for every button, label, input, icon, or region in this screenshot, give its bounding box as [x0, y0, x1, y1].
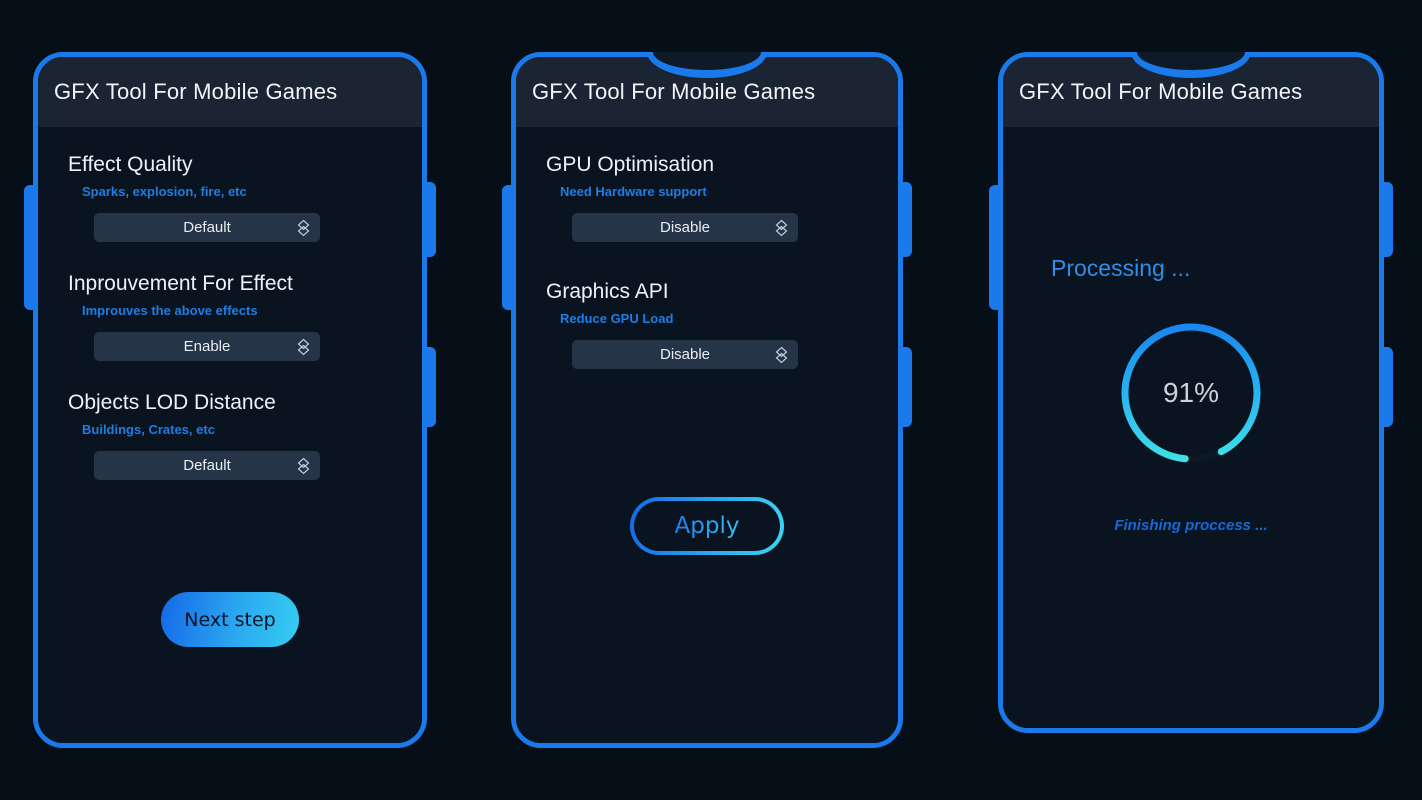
select-gpu-optimisation[interactable]: Disable [572, 213, 798, 242]
setting-subtitle: Need Hardware support [560, 184, 707, 199]
page-title: GFX Tool For Mobile Games [532, 79, 816, 104]
setting-title: Objects LOD Distance [68, 391, 276, 414]
phone-screen-progress: GFX Tool For Mobile Games Processing ... [1003, 57, 1379, 728]
select-inprouvement-for-effect[interactable]: Enable [94, 332, 320, 361]
select-effect-quality[interactable]: Default [94, 213, 320, 242]
power-button[interactable] [422, 182, 436, 257]
screenshot-root: GFX Tool For Mobile Games Effect Quality… [0, 0, 1422, 800]
setting-inprouvement-for-effect: Inprouvement For Effect Improuves the ab… [68, 272, 392, 361]
setting-gpu-optimisation: GPU Optimisation Need Hardware support D… [546, 153, 868, 242]
select-value: Enable [183, 338, 231, 355]
assistant-button[interactable] [898, 347, 912, 427]
progress-ring: 91% [1115, 317, 1267, 469]
select-graphics-api[interactable]: Disable [572, 340, 798, 369]
phone-screen-settings-1: GFX Tool For Mobile Games Effect Quality… [38, 57, 422, 743]
setting-graphics-api: Graphics API Reduce GPU Load Disable [546, 280, 868, 369]
power-button[interactable] [898, 182, 912, 257]
page-title: GFX Tool For Mobile Games [54, 79, 338, 104]
settings-list-2: GPU Optimisation Need Hardware support D… [516, 127, 898, 743]
phone-mockup-settings-1: GFX Tool For Mobile Games Effect Quality… [24, 52, 436, 748]
volume-rocker-button[interactable] [989, 185, 1003, 310]
setting-effect-quality: Effect Quality Sparks, explosion, fire, … [68, 153, 392, 242]
power-button[interactable] [1379, 182, 1393, 257]
setting-subtitle: Buildings, Crates, etc [82, 422, 215, 437]
volume-rocker-button[interactable] [502, 185, 516, 310]
phone-mockup-progress: GFX Tool For Mobile Games Processing ... [989, 52, 1393, 733]
assistant-button[interactable] [422, 347, 436, 427]
chevron-up-down-icon [775, 346, 788, 363]
select-objects-lod-distance[interactable]: Default [94, 451, 320, 480]
phone-screen-settings-2: GFX Tool For Mobile Games GPU Optimisati… [516, 57, 898, 743]
finishing-status-text: Finishing proccess ... [1114, 517, 1268, 534]
apply-button-label: Apply [674, 513, 740, 539]
processing-status-heading: Processing ... [1051, 255, 1191, 281]
apply-button[interactable]: Apply [630, 497, 784, 555]
app-header: GFX Tool For Mobile Games [38, 57, 422, 127]
progress-panel: Processing ... 91% Finishing proccess ..… [1003, 127, 1379, 728]
phone-mockup-settings-2: GFX Tool For Mobile Games GPU Optimisati… [502, 52, 912, 748]
select-value: Disable [659, 346, 711, 363]
volume-rocker-button[interactable] [24, 185, 38, 310]
assistant-button[interactable] [1379, 347, 1393, 427]
setting-title: Effect Quality [68, 153, 193, 176]
select-value: Default [183, 457, 231, 474]
setting-subtitle: Improuves the above effects [82, 303, 258, 318]
settings-list-1: Effect Quality Sparks, explosion, fire, … [38, 127, 422, 743]
setting-subtitle: Reduce GPU Load [560, 311, 674, 326]
setting-subtitle: Sparks, explosion, fire, etc [82, 184, 247, 199]
select-value: Disable [659, 219, 711, 236]
page-title: GFX Tool For Mobile Games [1019, 79, 1303, 104]
chevron-up-down-icon [297, 338, 310, 355]
setting-title: Graphics API [546, 280, 669, 303]
select-value: Default [183, 219, 231, 236]
chevron-up-down-icon [297, 219, 310, 236]
setting-objects-lod-distance: Objects LOD Distance Buildings, Crates, … [68, 391, 392, 480]
setting-title: GPU Optimisation [546, 153, 715, 176]
chevron-up-down-icon [775, 219, 788, 236]
setting-title: Inprouvement For Effect [68, 272, 293, 295]
progress-percent-label: 91% [1162, 377, 1220, 408]
next-step-button[interactable]: Next step [161, 592, 299, 647]
chevron-up-down-icon [297, 457, 310, 474]
